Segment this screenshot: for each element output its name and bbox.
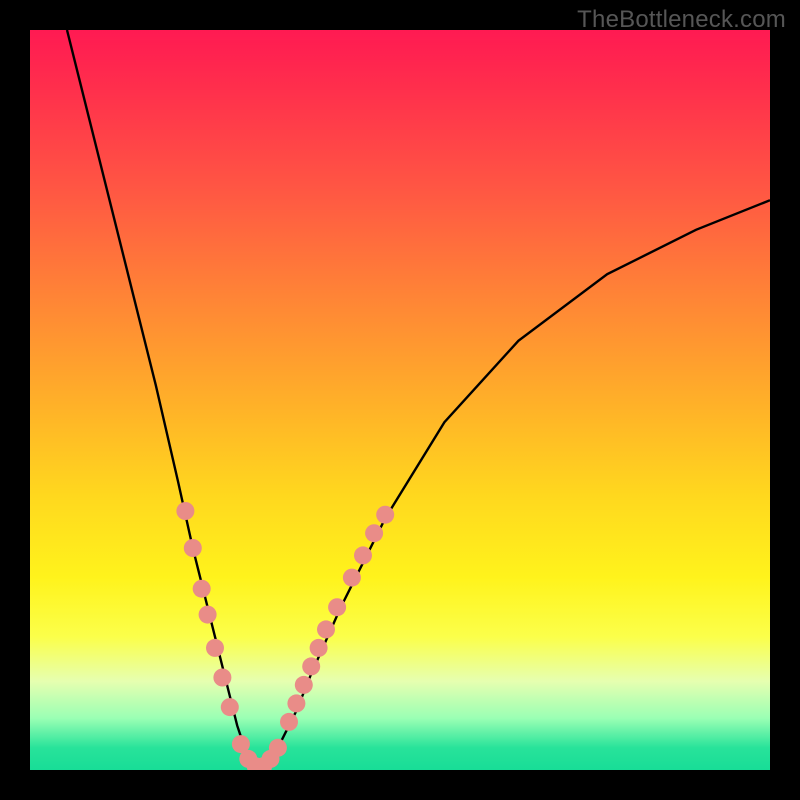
marker-dot bbox=[310, 639, 328, 657]
marker-dot bbox=[317, 620, 335, 638]
plot-area bbox=[30, 30, 770, 770]
marker-dot bbox=[302, 657, 320, 675]
marker-dot bbox=[354, 546, 372, 564]
marker-dot bbox=[221, 698, 239, 716]
marker-dot bbox=[206, 639, 224, 657]
marker-dot bbox=[365, 524, 383, 542]
marker-dot bbox=[280, 713, 298, 731]
marker-dot bbox=[176, 502, 194, 520]
marker-dot bbox=[184, 539, 202, 557]
marker-dot bbox=[199, 606, 217, 624]
marker-dot bbox=[343, 569, 361, 587]
marker-dot bbox=[295, 676, 313, 694]
highlight-markers bbox=[176, 502, 394, 770]
chart-frame: TheBottleneck.com bbox=[0, 0, 800, 800]
marker-dot bbox=[213, 669, 231, 687]
marker-dot bbox=[269, 739, 287, 757]
watermark-label: TheBottleneck.com bbox=[577, 6, 786, 34]
marker-dot bbox=[328, 598, 346, 616]
marker-dot bbox=[193, 580, 211, 598]
bottleneck-curve bbox=[67, 30, 770, 770]
marker-dot bbox=[287, 694, 305, 712]
chart-svg bbox=[30, 30, 770, 770]
marker-dot bbox=[376, 506, 394, 524]
